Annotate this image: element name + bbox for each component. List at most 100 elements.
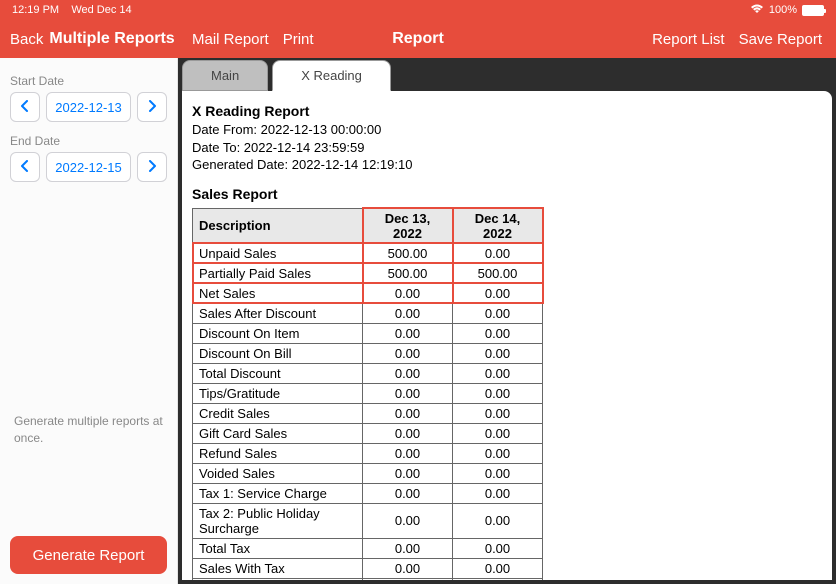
table-row: Voided Sales0.000.00 bbox=[193, 463, 543, 483]
table-cell-v1: 0.00 bbox=[363, 503, 453, 538]
table-cell-v2: 0.00 bbox=[453, 243, 543, 263]
table-cell-desc: Tax 2: Public Holiday Surcharge bbox=[193, 503, 363, 538]
end-date-prev-button[interactable] bbox=[10, 152, 40, 182]
table-row: Net Sales0.000.00 bbox=[193, 283, 543, 303]
table-row: Unpaid Sales500.000.00 bbox=[193, 243, 543, 263]
table-cell-v2: 0.00 bbox=[453, 558, 543, 578]
start-date-label: Start Date bbox=[10, 74, 167, 88]
mail-report-button[interactable]: Mail Report bbox=[192, 31, 269, 48]
table-cell-v2: 0.00 bbox=[453, 383, 543, 403]
table-cell-desc: Tax 1: Service Charge bbox=[193, 483, 363, 503]
report-list-button[interactable]: Report List bbox=[652, 31, 725, 48]
battery-percent: 100% bbox=[769, 4, 797, 16]
battery-icon bbox=[802, 5, 824, 16]
report-date-from: Date From: 2022-12-13 00:00:00 bbox=[192, 121, 822, 139]
report-panel: X Reading Report Date From: 2022-12-13 0… bbox=[182, 91, 832, 580]
table-cell-desc: Tips/Gratitude bbox=[193, 383, 363, 403]
table-cell-desc: Partially Paid Sales bbox=[193, 263, 363, 283]
status-date: Wed Dec 14 bbox=[71, 4, 131, 16]
status-left: 12:19 PM Wed Dec 14 bbox=[12, 4, 132, 16]
table-row: Sales Without Tax0.000.00 bbox=[193, 578, 543, 580]
table-header-col2: Dec 14, 2022 bbox=[453, 208, 543, 243]
start-date-prev-button[interactable] bbox=[10, 92, 40, 122]
table-cell-v1: 0.00 bbox=[363, 443, 453, 463]
table-cell-v1: 0.00 bbox=[363, 283, 453, 303]
table-cell-v2: 0.00 bbox=[453, 403, 543, 423]
table-row: Discount On Bill0.000.00 bbox=[193, 343, 543, 363]
end-date-label: End Date bbox=[10, 134, 167, 148]
table-cell-desc: Net Sales bbox=[193, 283, 363, 303]
table-cell-v2: 0.00 bbox=[453, 443, 543, 463]
table-row: Tax 2: Public Holiday Surcharge0.000.00 bbox=[193, 503, 543, 538]
sales-report-table: Description Dec 13, 2022 Dec 14, 2022 Un… bbox=[192, 208, 543, 580]
report-date-to: Date To: 2022-12-14 23:59:59 bbox=[192, 139, 822, 157]
tab-bar: Main X Reading bbox=[178, 58, 836, 91]
table-row: Total Discount0.000.00 bbox=[193, 363, 543, 383]
table-row: Sales After Discount0.000.00 bbox=[193, 303, 543, 323]
table-cell-v1: 0.00 bbox=[363, 383, 453, 403]
table-cell-v2: 0.00 bbox=[453, 363, 543, 383]
table-row: Refund Sales0.000.00 bbox=[193, 443, 543, 463]
tab-main[interactable]: Main bbox=[182, 60, 268, 91]
page-title: Report bbox=[392, 30, 444, 48]
nav-bar: Back Multiple Reports Mail Report Print … bbox=[0, 20, 836, 58]
table-cell-desc: Voided Sales bbox=[193, 463, 363, 483]
table-row: Credit Sales0.000.00 bbox=[193, 403, 543, 423]
table-cell-v1: 0.00 bbox=[363, 323, 453, 343]
table-cell-v2: 0.00 bbox=[453, 343, 543, 363]
table-cell-v1: 0.00 bbox=[363, 463, 453, 483]
table-cell-v1: 0.00 bbox=[363, 343, 453, 363]
table-row: Tax 1: Service Charge0.000.00 bbox=[193, 483, 543, 503]
table-row: Partially Paid Sales500.00500.00 bbox=[193, 263, 543, 283]
table-cell-desc: Discount On Bill bbox=[193, 343, 363, 363]
table-cell-v2: 0.00 bbox=[453, 503, 543, 538]
tab-x-reading[interactable]: X Reading bbox=[272, 60, 391, 91]
table-cell-v2: 0.00 bbox=[453, 463, 543, 483]
table-row: Total Tax0.000.00 bbox=[193, 538, 543, 558]
table-header-desc: Description bbox=[193, 208, 363, 243]
help-text: Generate multiple reports at once. bbox=[14, 413, 164, 447]
table-cell-desc: Credit Sales bbox=[193, 403, 363, 423]
table-header-col1: Dec 13, 2022 bbox=[363, 208, 453, 243]
status-right: 100% bbox=[750, 4, 824, 17]
chevron-left-icon bbox=[20, 100, 30, 115]
table-cell-v2: 0.00 bbox=[453, 323, 543, 343]
table-row: Discount On Item0.000.00 bbox=[193, 323, 543, 343]
table-cell-v1: 500.00 bbox=[363, 263, 453, 283]
sidebar: Start Date 2022-12-13 End Date 2022-12- bbox=[0, 58, 178, 584]
table-cell-v1: 0.00 bbox=[363, 578, 453, 580]
table-row: Gift Card Sales0.000.00 bbox=[193, 423, 543, 443]
table-cell-desc: Gift Card Sales bbox=[193, 423, 363, 443]
end-date-next-button[interactable] bbox=[137, 152, 167, 182]
save-report-button[interactable]: Save Report bbox=[739, 31, 822, 48]
table-cell-desc: Unpaid Sales bbox=[193, 243, 363, 263]
chevron-left-icon bbox=[20, 160, 30, 175]
table-cell-v2: 0.00 bbox=[453, 538, 543, 558]
table-cell-v2: 0.00 bbox=[453, 303, 543, 323]
table-cell-desc: Sales With Tax bbox=[193, 558, 363, 578]
start-date-next-button[interactable] bbox=[137, 92, 167, 122]
table-cell-v1: 0.00 bbox=[363, 483, 453, 503]
table-cell-v1: 0.00 bbox=[363, 303, 453, 323]
generate-report-button[interactable]: Generate Report bbox=[10, 536, 167, 574]
table-cell-v1: 0.00 bbox=[363, 423, 453, 443]
status-bar: 12:19 PM Wed Dec 14 100% bbox=[0, 0, 836, 20]
status-time: 12:19 PM bbox=[12, 4, 59, 16]
chevron-right-icon bbox=[147, 100, 157, 115]
end-date-field[interactable]: 2022-12-15 bbox=[46, 152, 131, 182]
table-cell-desc: Refund Sales bbox=[193, 443, 363, 463]
start-date-field[interactable]: 2022-12-13 bbox=[46, 92, 131, 122]
table-cell-v2: 0.00 bbox=[453, 423, 543, 443]
report-title: X Reading Report bbox=[192, 103, 822, 119]
chevron-right-icon bbox=[147, 160, 157, 175]
table-cell-desc: Sales Without Tax bbox=[193, 578, 363, 580]
table-cell-v1: 0.00 bbox=[363, 403, 453, 423]
nav-title-left: Multiple Reports bbox=[49, 30, 174, 48]
print-button[interactable]: Print bbox=[283, 31, 314, 48]
table-row: Tips/Gratitude0.000.00 bbox=[193, 383, 543, 403]
table-row: Sales With Tax0.000.00 bbox=[193, 558, 543, 578]
table-cell-v1: 0.00 bbox=[363, 558, 453, 578]
back-button[interactable]: Back bbox=[10, 31, 43, 48]
wifi-icon bbox=[750, 4, 764, 17]
table-cell-v1: 0.00 bbox=[363, 538, 453, 558]
